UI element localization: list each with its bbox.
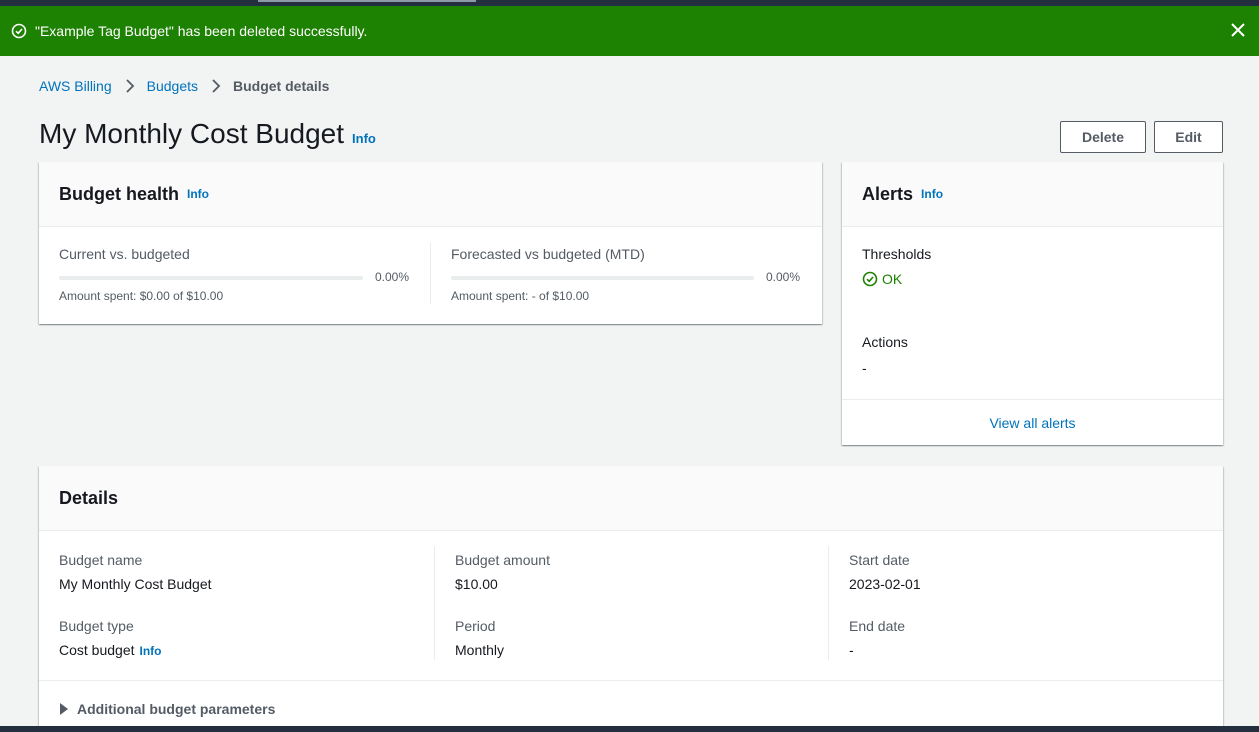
breadcrumb-current: Budget details — [233, 78, 330, 94]
breadcrumb-aws-billing[interactable]: AWS Billing — [39, 78, 112, 94]
check-circle-icon — [11, 23, 27, 39]
end-date-value: - — [849, 642, 854, 658]
check-circle-icon — [862, 271, 878, 287]
breadcrumb-budgets[interactable]: Budgets — [147, 78, 198, 94]
budget-health-title: Budget health — [59, 183, 179, 204]
alerts-footer: View all alerts — [842, 400, 1223, 445]
forecast-progress-bar — [451, 276, 754, 280]
budget-type-row: Cost budget Info — [59, 642, 162, 658]
period-value: Monthly — [455, 642, 505, 658]
budget-amount-label: Budget amount — [455, 552, 550, 568]
budget-type-value: Cost budget — [59, 642, 135, 658]
chevron-right-icon — [207, 78, 225, 94]
details-divider — [39, 680, 1223, 681]
details-card: Details Budget name My Monthly Cost Budg… — [39, 466, 1223, 732]
chevron-right-icon — [121, 78, 139, 94]
budget-name-value: My Monthly Cost Budget — [59, 576, 212, 592]
additional-parameters-label: Additional budget parameters — [77, 701, 276, 717]
budget-name-label: Budget name — [59, 552, 143, 568]
current-percent: 0.00% — [375, 270, 410, 284]
current-progress-bar — [59, 276, 363, 280]
details-title: Details — [59, 487, 119, 508]
actions-label: Actions — [862, 334, 908, 350]
end-date-label: End date — [849, 618, 906, 634]
bottom-strip — [0, 726, 1259, 732]
additional-parameters-toggle[interactable]: Additional budget parameters — [59, 701, 275, 717]
column-divider — [434, 546, 435, 660]
alerts-title: Alerts — [862, 183, 914, 204]
thresholds-status-text: OK — [882, 271, 903, 287]
caret-right-icon — [59, 703, 69, 715]
budget-type-info-link[interactable]: Info — [140, 644, 162, 658]
alerts-card: Alerts Info Thresholds OK Actions - View… — [842, 162, 1223, 445]
current-vs-budgeted-label: Current vs. budgeted — [59, 246, 190, 262]
alerts-info-link[interactable]: Info — [921, 187, 943, 201]
page-info-link[interactable]: Info — [352, 131, 376, 146]
top-nav-highlight — [258, 0, 476, 2]
forecast-amount-text: Amount spent: - of $10.00 — [451, 289, 590, 303]
start-date-value: 2023-02-01 — [849, 576, 921, 592]
current-amount-text: Amount spent: $0.00 of $10.00 — [59, 289, 224, 303]
flash-message: "Example Tag Budget" has been deleted su… — [35, 23, 368, 39]
actions-value: - — [862, 360, 867, 376]
column-divider — [430, 242, 431, 304]
period-label: Period — [455, 618, 496, 634]
budget-health-header: Budget health Info — [39, 162, 822, 227]
budget-amount-value: $10.00 — [455, 576, 498, 592]
breadcrumb: AWS Billing Budgets Budget details — [39, 78, 329, 94]
close-icon[interactable] — [1230, 22, 1246, 38]
start-date-label: Start date — [849, 552, 910, 568]
budget-health-info-link[interactable]: Info — [187, 187, 209, 201]
page-title-row: My Monthly Cost Budget Info — [39, 118, 376, 150]
alerts-header: Alerts Info — [842, 162, 1223, 227]
thresholds-status: OK — [862, 271, 902, 287]
budget-health-card: Budget health Info Current vs. budgeted … — [39, 162, 822, 324]
forecast-vs-budgeted-label: Forecasted vs budgeted (MTD) — [451, 246, 645, 262]
edit-button[interactable]: Edit — [1154, 121, 1223, 153]
details-header: Details — [39, 466, 1223, 531]
forecast-percent: 0.00% — [766, 270, 801, 284]
success-flashbar: "Example Tag Budget" has been deleted su… — [0, 6, 1259, 56]
page-title: My Monthly Cost Budget — [39, 118, 345, 149]
view-all-alerts-link[interactable]: View all alerts — [989, 415, 1075, 431]
delete-button[interactable]: Delete — [1060, 121, 1146, 153]
thresholds-label: Thresholds — [862, 246, 932, 262]
column-divider — [828, 546, 829, 660]
budget-type-label: Budget type — [59, 618, 134, 634]
